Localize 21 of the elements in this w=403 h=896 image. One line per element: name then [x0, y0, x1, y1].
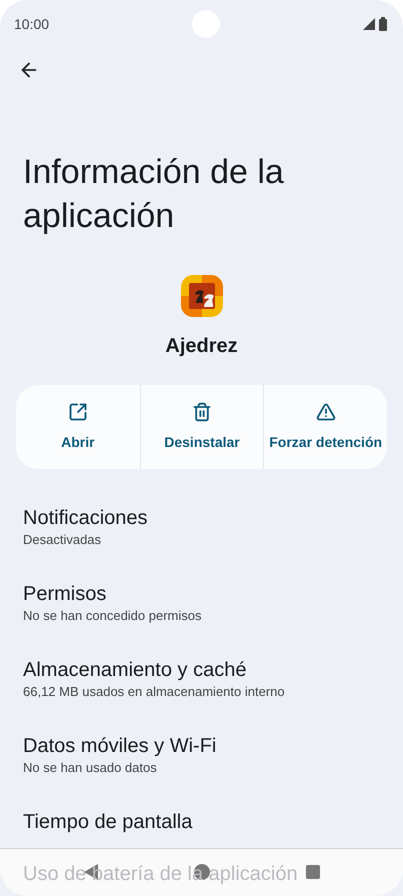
action-button[interactable]: Abrir	[16, 385, 140, 469]
chess-app-icon	[180, 275, 222, 317]
warning-icon	[316, 402, 336, 422]
setting-title[interactable]: Almacenamiento y caché	[23, 657, 246, 683]
page-title: Información de la aplicación	[22, 152, 285, 237]
action-button[interactable]: Desinstalar	[140, 385, 264, 469]
status-time: 10:00	[14, 14, 50, 34]
setting-title[interactable]: Notificaciones	[23, 505, 148, 531]
setting-subtitle: No se han concedido permisos	[23, 607, 202, 625]
trash-icon	[192, 402, 212, 422]
setting-title[interactable]: Datos móviles y Wi-Fi	[23, 733, 216, 759]
setting-subtitle: 66,12 MB usados en almacenamiento interno	[23, 683, 285, 701]
setting-title[interactable]: Tiempo de pantalla	[23, 809, 192, 835]
app-name: Ajedrez	[165, 334, 238, 359]
signal-battery-icon	[362, 17, 389, 31]
recents-nav-icon[interactable]	[306, 865, 320, 879]
setting-subtitle: No se han usado datos	[23, 759, 157, 777]
setting-subtitle: Desactivadas	[23, 531, 102, 549]
setting-title[interactable]: Permisos	[23, 581, 106, 607]
open-external-icon	[68, 402, 88, 422]
action-button[interactable]: Forzar detención	[263, 385, 387, 469]
